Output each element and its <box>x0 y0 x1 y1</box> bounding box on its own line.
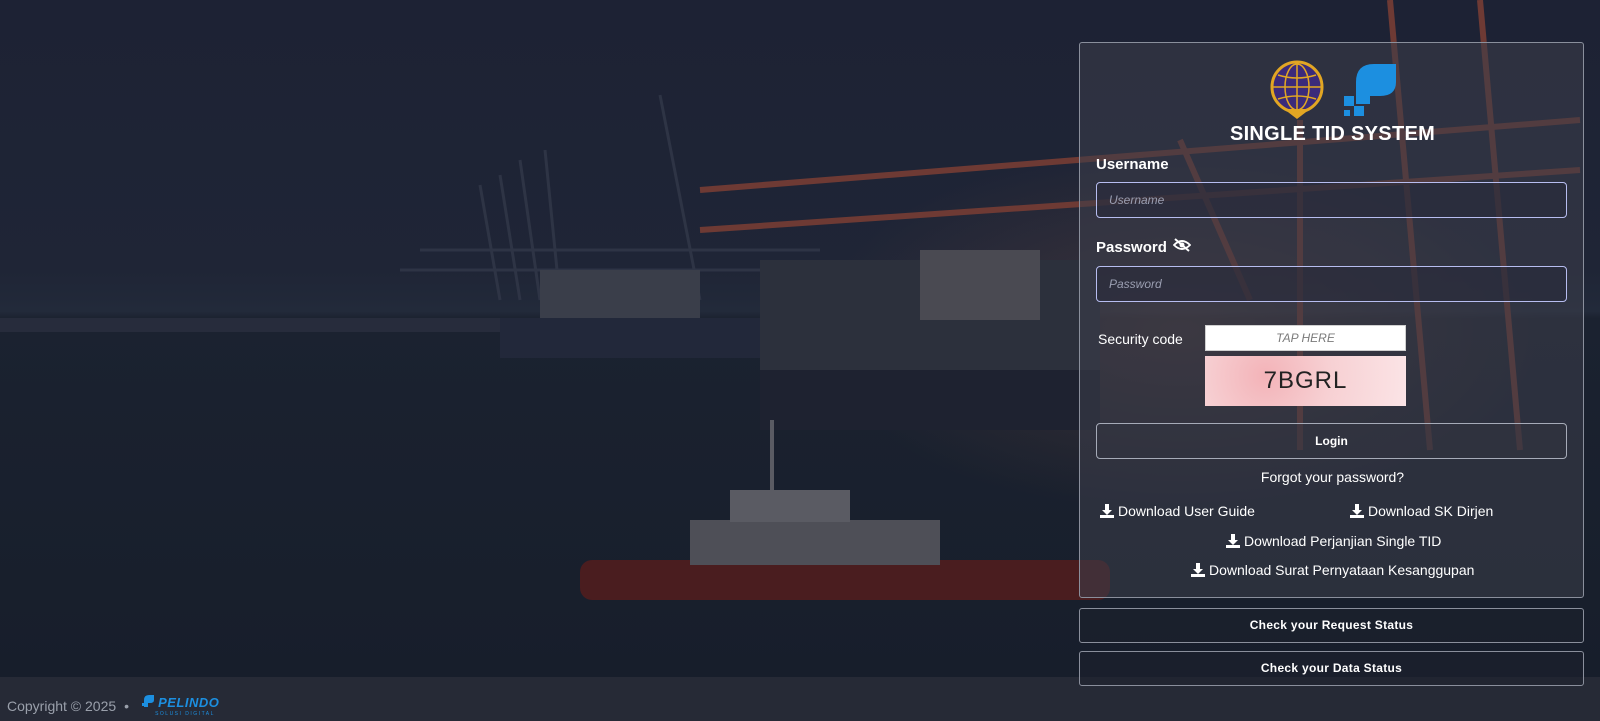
download-icon <box>1100 504 1114 518</box>
security-code-input[interactable]: TAP HERE <box>1205 325 1406 351</box>
captcha-image: 7BGRL <box>1205 356 1406 406</box>
login-button[interactable]: Login <box>1096 423 1567 459</box>
footer-separator: • <box>124 697 130 714</box>
download-surat-link[interactable]: Download Surat Pernyataan Kesanggupan <box>1191 562 1474 578</box>
password-input[interactable] <box>1096 266 1567 302</box>
password-label: Password <box>1096 238 1167 256</box>
download-icon <box>1350 504 1364 518</box>
logo-row <box>1270 59 1400 126</box>
username-label: Username <box>1096 156 1169 173</box>
check-data-status-button[interactable]: Check your Data Status <box>1079 651 1584 686</box>
pelindo-mark-large-icon <box>1342 60 1400 125</box>
footer: Copyright © 2025 • PELINDO SOLUSI DIGITA… <box>7 694 219 717</box>
download-perjanjian-label: Download Perjanjian Single TID <box>1244 533 1442 549</box>
pelindo-logo: PELINDO SOLUSI DIGITAL <box>141 694 219 717</box>
download-sk-dirjen-label: Download SK Dirjen <box>1368 503 1494 519</box>
download-user-guide-label: Download User Guide <box>1118 503 1255 519</box>
system-title: SINGLE TID SYSTEM <box>1229 123 1436 145</box>
login-panel: SINGLE TID SYSTEM Username Password Secu… <box>1079 42 1584 598</box>
security-code-label: Security code <box>1098 331 1183 347</box>
download-icon <box>1226 534 1240 548</box>
pelindo-brand: PELINDO <box>158 695 220 710</box>
pelindo-tagline: SOLUSI DIGITAL <box>155 711 215 717</box>
eye-slash-icon[interactable] <box>1172 238 1192 256</box>
download-sk-dirjen-link[interactable]: Download SK Dirjen <box>1350 503 1493 519</box>
forgot-password-link[interactable]: Forgot your password? <box>1080 469 1585 485</box>
download-perjanjian-link[interactable]: Download Perjanjian Single TID <box>1226 533 1441 549</box>
check-request-status-button[interactable]: Check your Request Status <box>1079 608 1584 643</box>
pelindo-mark-icon <box>141 694 155 711</box>
password-label-row: Password <box>1096 238 1192 256</box>
username-input[interactable] <box>1096 182 1567 218</box>
download-user-guide-link[interactable]: Download User Guide <box>1100 503 1255 519</box>
copyright-text: Copyright © 2025 <box>7 697 117 714</box>
download-surat-label: Download Surat Pernyataan Kesanggupan <box>1209 562 1475 578</box>
download-icon <box>1191 563 1205 577</box>
globe-emblem-icon <box>1270 59 1324 126</box>
